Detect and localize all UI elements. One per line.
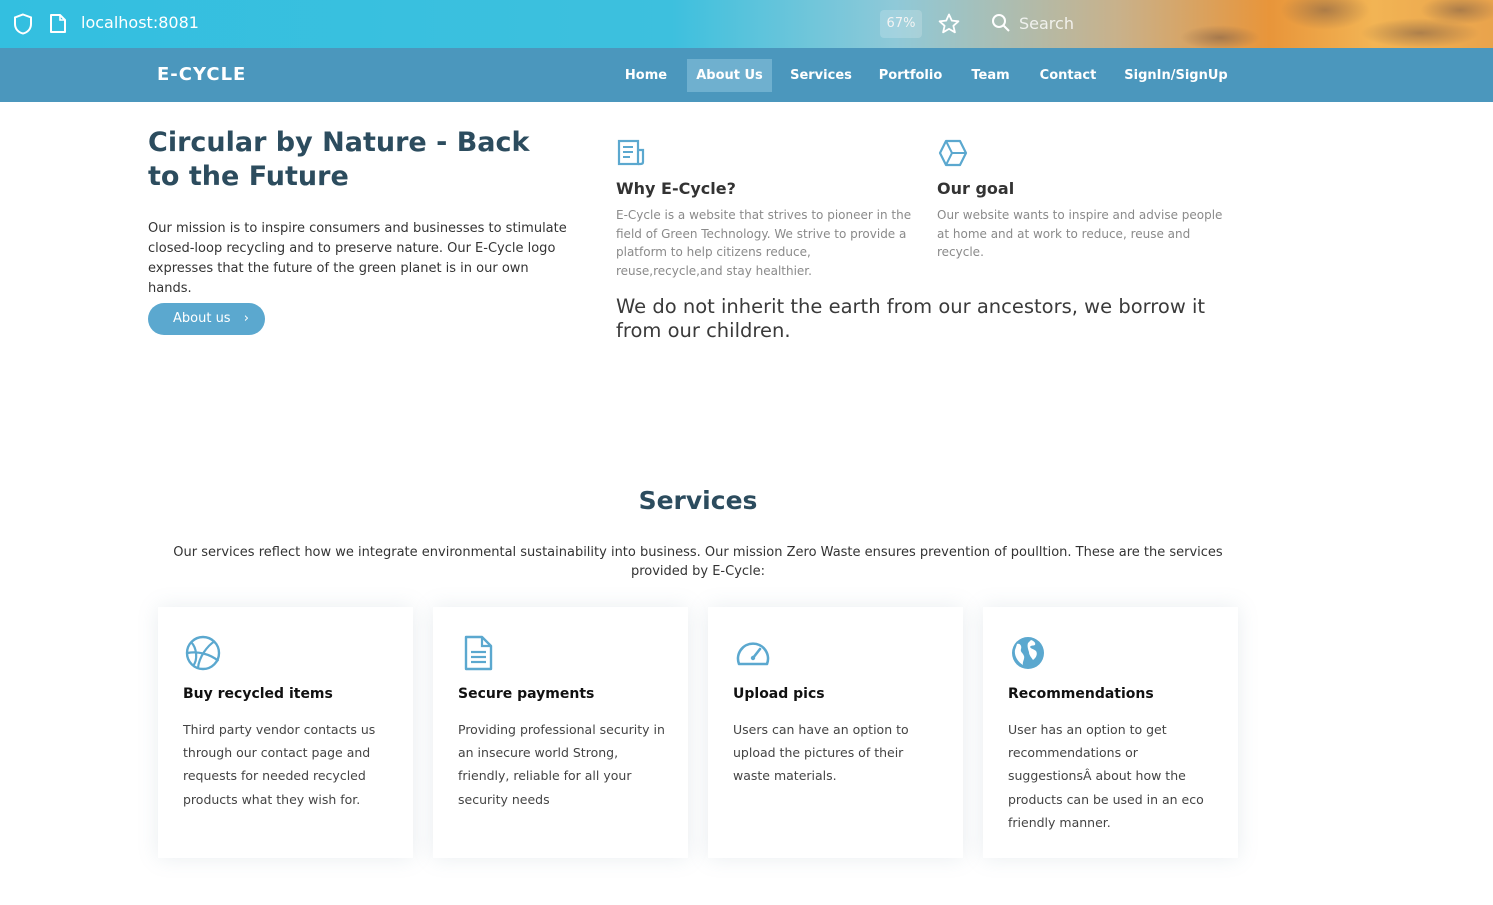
about-us-button-label: About us: [173, 311, 231, 326]
cube-icon: [938, 139, 968, 167]
chevron-right-icon: ›: [243, 311, 249, 326]
nav-contact[interactable]: Contact: [1032, 59, 1104, 92]
shield-icon[interactable]: [13, 13, 33, 35]
feature-title-why: Why E-Cycle?: [616, 179, 736, 198]
service-text: Users can have an option to upload the p…: [733, 722, 909, 784]
hero-title: Circular by Nature - Back to the Future: [148, 127, 530, 192]
nav-team[interactable]: Team: [963, 59, 1018, 92]
document-icon: [617, 139, 645, 166]
star-icon[interactable]: [937, 12, 961, 36]
basketball-icon: [185, 635, 221, 671]
service-title: Upload pics: [733, 686, 825, 702]
file-text-icon: [464, 635, 493, 671]
nav-services[interactable]: Services: [784, 59, 858, 92]
service-title: Recommendations: [1008, 686, 1154, 702]
service-card-payments: Secure payments Providing professional s…: [433, 607, 688, 858]
site-navbar: E-CYCLE Home About Us Services Portfolio…: [0, 48, 1493, 102]
feature-text-goal: Our website wants to inspire and advise …: [937, 208, 1223, 260]
service-title: Buy recycled items: [183, 686, 333, 702]
nav-about-us[interactable]: About Us: [687, 59, 772, 92]
hero-description: Our mission is to inspire consumers and …: [148, 221, 567, 296]
page-icon[interactable]: [49, 13, 67, 34]
services-intro: Our services reflect how we integrate en…: [173, 545, 1223, 579]
globe-icon: [1012, 637, 1044, 669]
service-card-buy: Buy recycled items Third party vendor co…: [158, 607, 413, 858]
search-icon: [992, 14, 1010, 32]
service-text: User has an option to get recommendation…: [1008, 722, 1204, 830]
zoom-level-badge[interactable]: 67%: [880, 10, 922, 38]
browser-search-input[interactable]: Search: [1019, 14, 1074, 33]
service-card-recommendations: Recommendations User has an option to ge…: [983, 607, 1238, 858]
services-heading: Services: [638, 486, 758, 515]
feature-title-goal: Our goal: [937, 179, 1015, 198]
nav-home[interactable]: Home: [617, 59, 675, 92]
service-text: Third party vendor contacts us through o…: [183, 722, 376, 807]
address-bar-url[interactable]: localhost:8081: [81, 13, 199, 32]
service-text: Providing professional security in an in…: [458, 722, 665, 807]
service-card-upload: Upload pics Users can have an option to …: [708, 607, 963, 858]
nav-signin-signup[interactable]: SignIn/SignUp: [1118, 59, 1234, 92]
site-logo[interactable]: E-CYCLE: [157, 64, 246, 85]
about-us-button[interactable]: About us ›: [148, 303, 265, 335]
nav-portfolio[interactable]: Portfolio: [872, 59, 949, 92]
browser-toolbar: localhost:8081 67% Search: [0, 0, 1493, 48]
quote-text: We do not inherit the earth from our anc…: [616, 295, 1206, 342]
feature-text-why: E-Cycle is a website that strives to pio…: [616, 208, 912, 279]
speedometer-icon: [736, 642, 770, 666]
service-title: Secure payments: [458, 686, 595, 702]
